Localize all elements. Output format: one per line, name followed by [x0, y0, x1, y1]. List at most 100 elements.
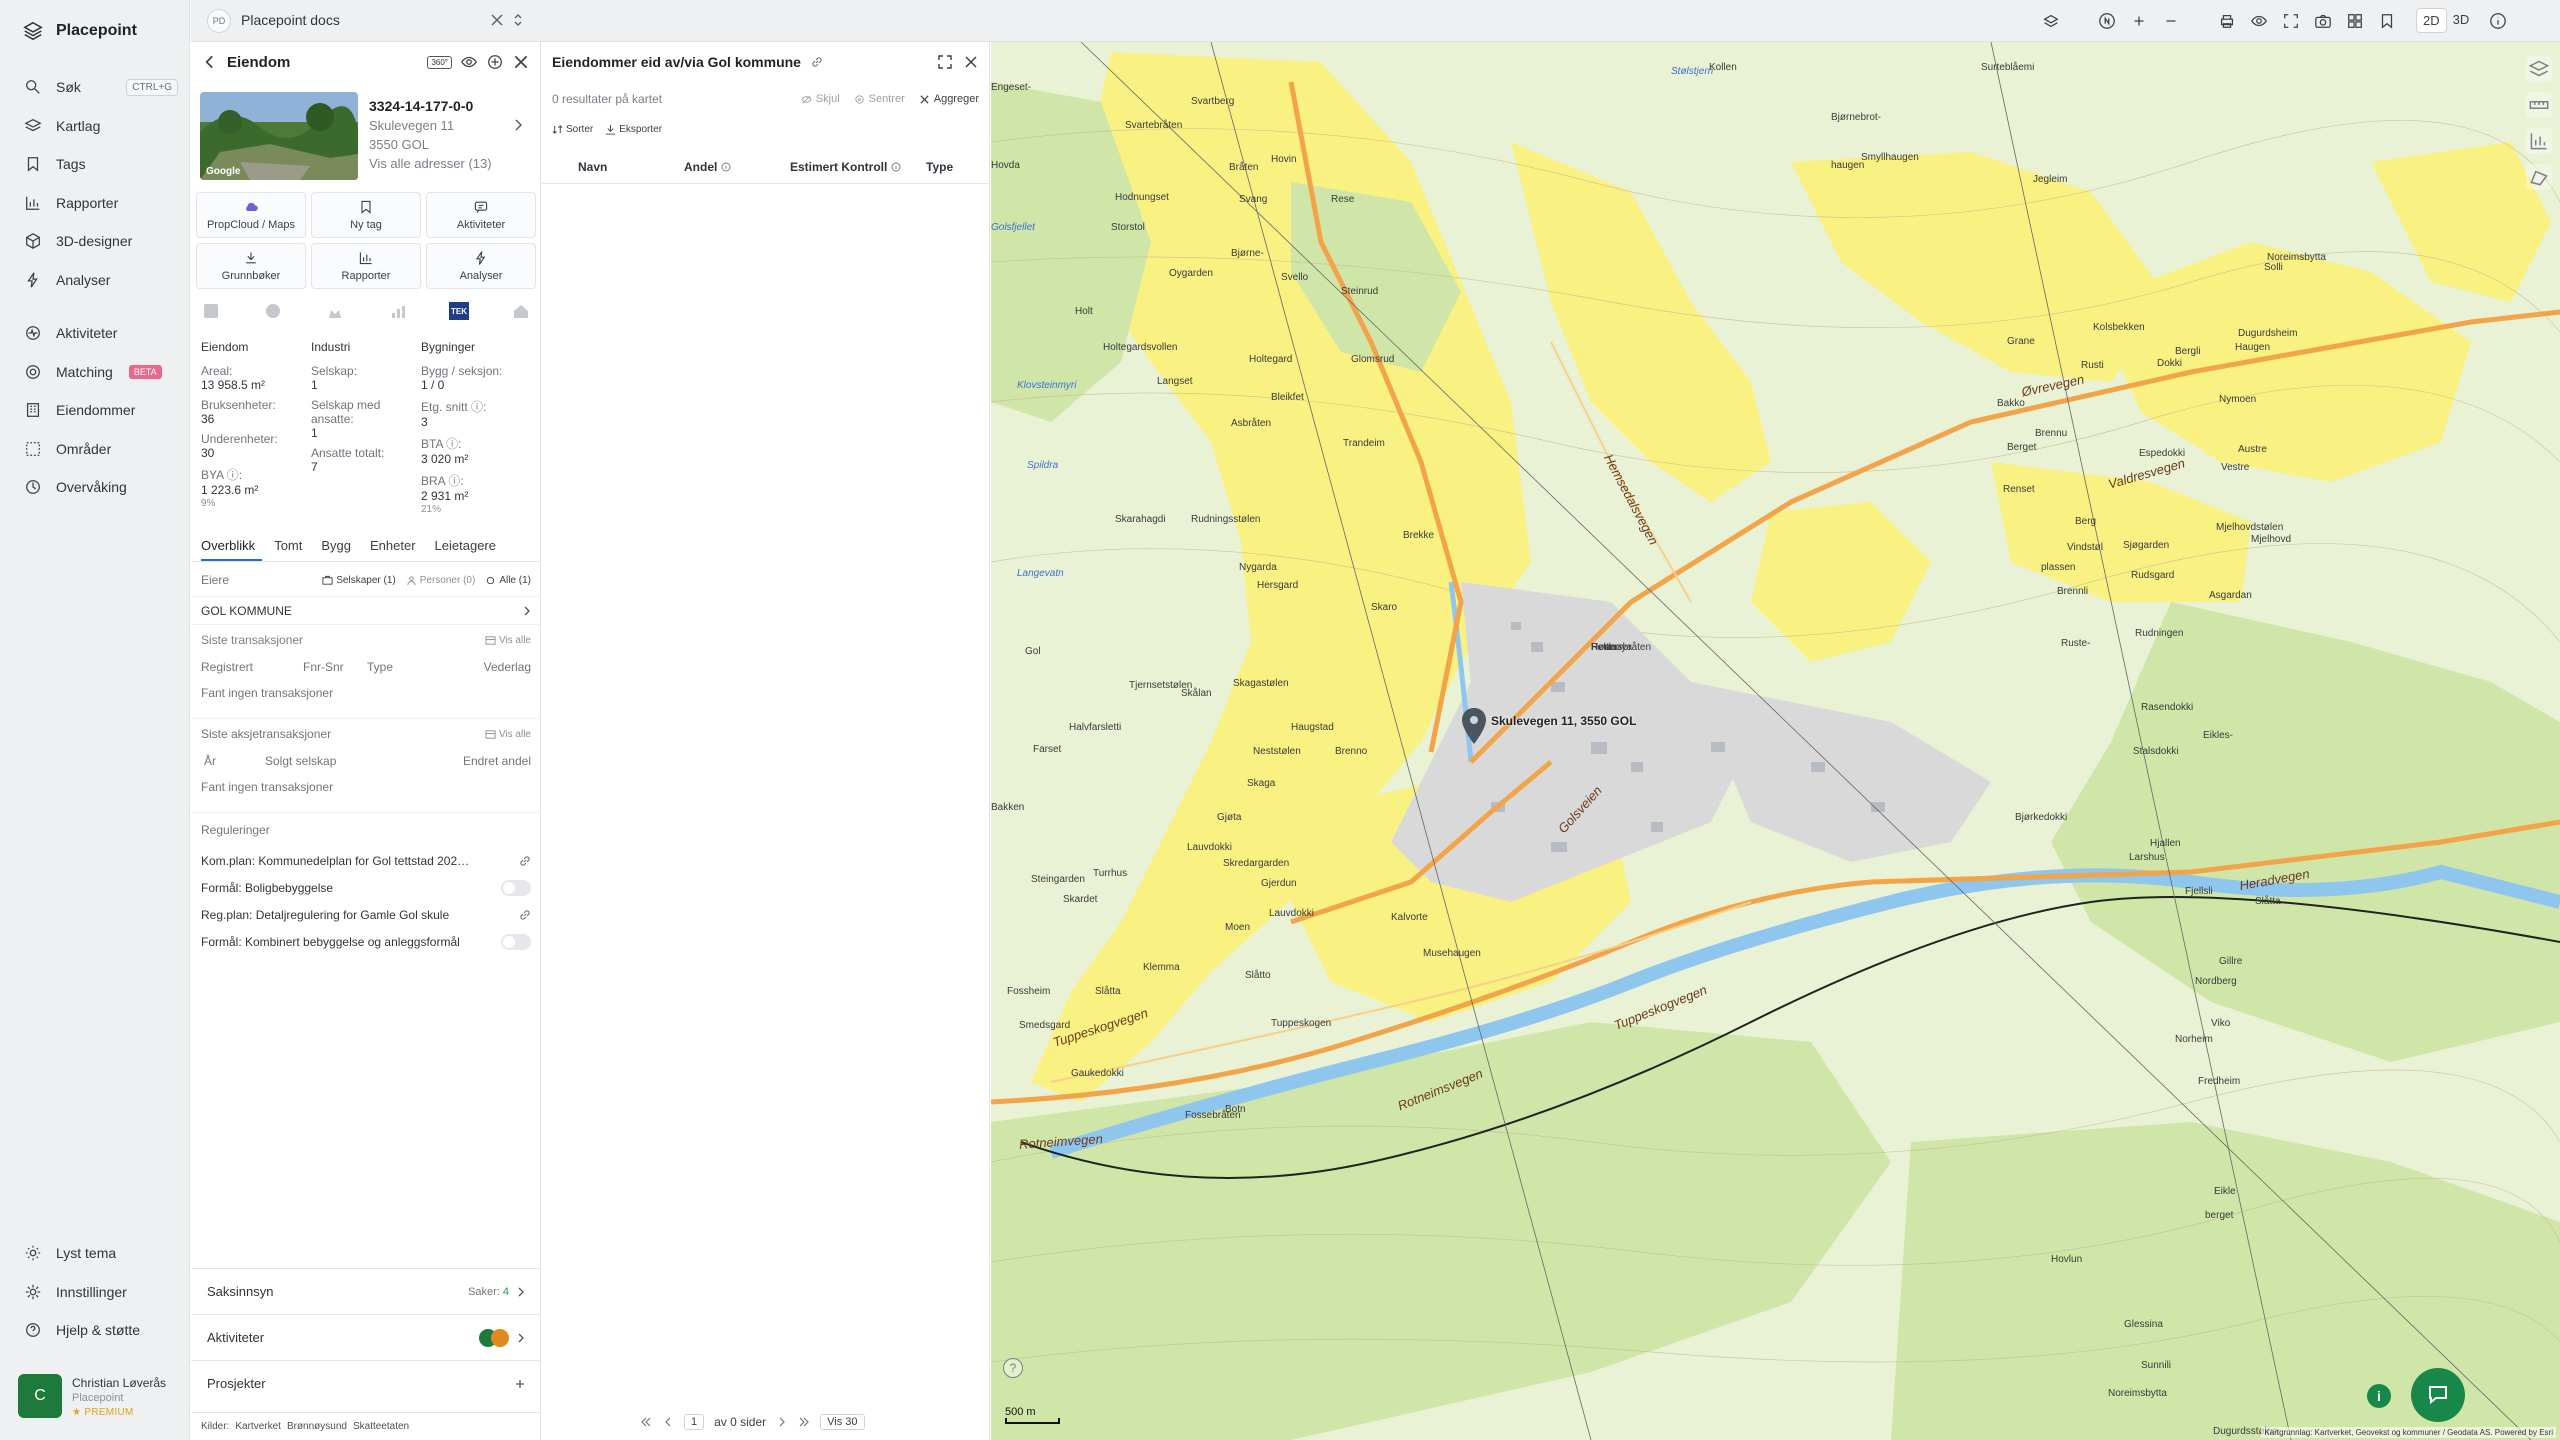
source-link[interactable]: Skatteetaten: [353, 1421, 409, 1432]
nav-item-eiendommer[interactable]: Eiendommer: [0, 391, 190, 430]
expand-icon[interactable]: [937, 54, 953, 70]
first-page-icon[interactable]: [640, 1416, 652, 1428]
link-icon[interactable]: [519, 909, 531, 921]
tab-tomt[interactable]: Tomt: [274, 532, 309, 561]
globe-source-icon[interactable]: [263, 301, 283, 321]
plus-icon[interactable]: [515, 1379, 525, 1389]
export-button[interactable]: Eksporter: [605, 124, 662, 135]
map-help-icon[interactable]: ?: [1003, 1358, 1023, 1378]
nav-item-områder[interactable]: Områder: [0, 430, 190, 469]
print-icon[interactable]: [2218, 12, 2236, 30]
property-photo[interactable]: Google: [200, 92, 358, 180]
grid-icon[interactable]: [2346, 12, 2364, 30]
info-icon[interactable]: [2489, 12, 2507, 30]
reg-row[interactable]: Reg.plan: Detaljregulering for Gamle Gol…: [191, 901, 541, 928]
nav-item-3d-designer[interactable]: 3D-designer: [0, 222, 190, 261]
new-tag-tile[interactable]: Ny tag: [311, 192, 421, 238]
grunnboker-tile[interactable]: Grunnbøker: [196, 243, 306, 289]
owner-row[interactable]: GOL KOMMUNE: [191, 596, 541, 624]
aggregate-button[interactable]: Aggreger: [919, 93, 979, 105]
nav-item-kartlag[interactable]: Kartlag: [0, 107, 190, 146]
eye-icon[interactable]: [2250, 12, 2268, 30]
link-icon[interactable]: [519, 855, 531, 867]
source-link[interactable]: Kartverket: [235, 1421, 281, 1432]
layer-select-icon[interactable]: [2526, 56, 2552, 82]
activities-accordion[interactable]: Aktiviteter: [191, 1314, 541, 1360]
back-arrow-icon[interactable]: [201, 53, 219, 71]
chevron-updown-icon[interactable]: [512, 12, 524, 28]
close-icon[interactable]: [963, 54, 979, 70]
col-type[interactable]: Type: [922, 160, 953, 174]
saksinnsyn-accordion[interactable]: Saksinnsyn Saker: 4: [191, 1268, 541, 1314]
close-icon[interactable]: [489, 12, 505, 28]
tab-overblikk[interactable]: Overblikk: [201, 532, 263, 561]
close-icon[interactable]: [512, 53, 530, 71]
fullscreen-icon[interactable]: [2282, 12, 2300, 30]
tx-show-all[interactable]: Vis alle: [485, 635, 531, 646]
nav-item-analyser[interactable]: Analyser: [0, 261, 190, 300]
nav-item-aktiviteter[interactable]: Aktiviteter: [0, 314, 190, 353]
bookmark-icon[interactable]: [2378, 12, 2396, 30]
reg-row[interactable]: Kom.plan: Kommunedelplan for Gol tettsta…: [191, 847, 541, 874]
nav-item-matching[interactable]: Matching BETA: [0, 353, 190, 392]
propcloud-maps-tile[interactable]: PropCloud / Maps: [196, 192, 306, 238]
activities-tile[interactable]: Aktiviteter: [426, 192, 536, 238]
col-andel[interactable]: Andel: [662, 160, 782, 174]
workspace-name[interactable]: Placepoint docs: [241, 12, 340, 28]
tek-source-icon[interactable]: TEK: [449, 302, 469, 320]
projects-accordion[interactable]: Prosjekter: [191, 1360, 541, 1406]
all-addresses-link[interactable]: Vis alle adresser (13): [369, 156, 529, 171]
hide-button[interactable]: Skjul: [801, 93, 840, 105]
tab-bygg[interactable]: Bygg: [321, 532, 358, 561]
mode-2d-button[interactable]: 2D: [2416, 8, 2447, 33]
reports-tile[interactable]: Rapporter: [311, 243, 421, 289]
sort-button[interactable]: Sorter: [552, 124, 593, 135]
nav-item-lyst-tema[interactable]: Lyst tema: [0, 1234, 190, 1273]
street-view-360-button[interactable]: 360°: [427, 55, 452, 69]
add-circle-icon[interactable]: [486, 53, 504, 71]
plant-source-icon[interactable]: [325, 301, 345, 321]
measure-icon[interactable]: [2526, 92, 2552, 118]
location-pin-icon[interactable]: [1461, 708, 1487, 746]
grid-source-icon[interactable]: [201, 301, 221, 321]
zoom-in-icon[interactable]: [2130, 12, 2148, 30]
link-icon[interactable]: [811, 56, 823, 68]
source-link[interactable]: Brønnøysund: [287, 1421, 347, 1432]
map-info-button[interactable]: i: [2367, 1384, 2391, 1408]
filter-companies[interactable]: Selskaper (1): [322, 575, 396, 586]
eye-icon[interactable]: [460, 53, 478, 71]
map-canvas[interactable]: Kollen Surteblåemi Engeset- Svartebråten Sva…: [991, 42, 2560, 1440]
analyses-tile[interactable]: Analyser: [426, 243, 536, 289]
zoom-out-icon[interactable]: [2162, 12, 2180, 30]
col-estimert-kontroll[interactable]: Estimert Kontroll: [782, 160, 922, 174]
stx-show-all[interactable]: Vis alle: [485, 729, 531, 740]
chat-button[interactable]: [2411, 1368, 2465, 1422]
reg-toggle[interactable]: [501, 933, 531, 950]
chart-icon[interactable]: [2526, 128, 2552, 154]
next-page-icon[interactable]: [776, 1416, 788, 1428]
compass-icon[interactable]: [2098, 12, 2116, 30]
nav-item-innstillinger[interactable]: Innstillinger: [0, 1273, 190, 1312]
tab-enheter[interactable]: Enheter: [370, 532, 423, 561]
reg-toggle[interactable]: [501, 879, 531, 896]
brand[interactable]: Placepoint: [22, 20, 137, 42]
layers-stack-icon[interactable]: [2042, 12, 2060, 30]
user-profile[interactable]: C Christian Løverås Placepoint ★ PREMIUM: [18, 1374, 166, 1418]
property-address-block[interactable]: 3324-14-177-0-0 Skulevegen 11 3550 GOL V…: [369, 98, 529, 171]
nav-item-tags[interactable]: Tags: [0, 145, 190, 184]
prev-page-icon[interactable]: [662, 1416, 674, 1428]
last-page-icon[interactable]: [798, 1416, 810, 1428]
nav-item-rapporter[interactable]: Rapporter: [0, 184, 190, 223]
nav-item-overvåking[interactable]: Overvåking: [0, 468, 190, 507]
per-page-select[interactable]: Vis 30: [820, 1414, 865, 1430]
col-navn[interactable]: Navn: [542, 160, 662, 174]
mode-3d-button[interactable]: 3D: [2447, 8, 2476, 33]
nav-item-søk[interactable]: Søk CTRL+G: [0, 68, 190, 107]
tab-leietagere[interactable]: Leietagere: [435, 532, 503, 561]
center-button[interactable]: Sentrer: [854, 93, 905, 105]
polygon-icon[interactable]: [2526, 164, 2552, 190]
filter-persons[interactable]: Personer (0): [406, 575, 475, 586]
nav-item-hjelp-støtte[interactable]: Hjelp & støtte: [0, 1311, 190, 1350]
filter-all[interactable]: Alle (1): [485, 575, 531, 586]
page-input[interactable]: 1: [684, 1414, 705, 1430]
